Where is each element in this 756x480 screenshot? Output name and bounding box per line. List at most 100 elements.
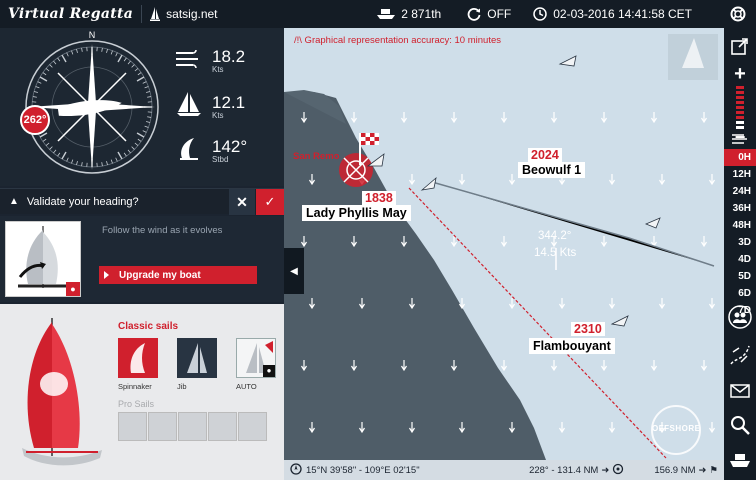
wind-arrow (600, 360, 608, 372)
left-panel: N 262° 18.2 Kts 12.1 Kts 142° Stbd ▲ Val… (0, 28, 284, 480)
route-icon[interactable] (724, 340, 756, 370)
lifebuoy-icon (730, 6, 746, 22)
race-map[interactable]: /!\ Graphical representation accuracy: 1… (284, 28, 724, 460)
cancel-heading-button[interactable]: ✕ (229, 189, 255, 215)
spinnaker-sail-button[interactable] (118, 338, 158, 378)
timeline-item-48h[interactable]: 48H (724, 217, 756, 234)
validate-question: Validate your heading? (26, 195, 139, 208)
autosail-panel: ● Follow the wind as it evolves Upgrade … (0, 216, 284, 302)
timeline-item-5d[interactable]: 5D (724, 268, 756, 285)
sails-panel: Classic sails ● Spinnaker Jib AUTO Pro S… (0, 304, 284, 480)
jib-label: Jib (177, 382, 187, 391)
confirm-heading-button[interactable]: ✓ (256, 189, 284, 215)
wind-arrow (550, 360, 558, 372)
compass-panel: N 262° 18.2 Kts 12.1 Kts 142° Stbd (0, 28, 284, 186)
heading-badge[interactable]: 262° (20, 105, 50, 135)
auto-sail-button[interactable]: ● (236, 338, 276, 378)
wind-arrow (658, 298, 666, 310)
pro-sail-slot[interactable] (238, 412, 267, 441)
app-window: Virtual Regatta satsig.net 2 871th OFF 0… (0, 0, 756, 480)
boat-name-label[interactable]: Lady Phyllis May (302, 205, 411, 221)
wind-direction-text: 344.2° (538, 230, 572, 242)
collapse-panel-button[interactable]: ◀ (284, 248, 304, 294)
wind-arrow (408, 174, 416, 186)
wind-arrow (600, 112, 608, 124)
wind-arrow (600, 236, 608, 248)
compass-small-icon (290, 462, 302, 478)
wind-speed-text: 14.5 Kts (534, 247, 577, 259)
pro-sails-title: Pro Sails (118, 399, 155, 409)
datetime-value: 02-03-2016 14:41:58 CET (553, 7, 692, 21)
pro-sail-slot[interactable] (148, 412, 177, 441)
timeline-item-4d[interactable]: 4D (724, 251, 756, 268)
wind-arrow (700, 236, 708, 248)
wind-arrow (550, 112, 558, 124)
ranking-button[interactable]: 2 871th (377, 7, 441, 21)
players-icon[interactable] (724, 302, 756, 332)
timeline-item-12h[interactable]: 12H (724, 166, 756, 183)
wind-arrow (508, 298, 516, 310)
boat-rank-label: 1838 (362, 191, 396, 205)
flag-icon: ⚑ (709, 464, 718, 476)
sailboat-icon (176, 91, 202, 122)
wind-arrow (650, 360, 658, 372)
wind-arrow (558, 298, 566, 310)
auto-label: AUTO (236, 382, 257, 391)
wind-speed-unit: Kts (212, 65, 224, 74)
lock-icon: ● (263, 365, 275, 377)
wind-arrow (500, 112, 508, 124)
finish-distance: 156.9 NM (654, 464, 696, 476)
wind-arrow (708, 298, 716, 310)
sync-toggle[interactable]: OFF (467, 7, 511, 21)
wind-arrow (450, 112, 458, 124)
wind-speed-stat: 18.2 Kts (176, 45, 246, 74)
boat-speed-value: 12.1 (212, 92, 246, 112)
timeline-item-36h[interactable]: 36H (724, 200, 756, 217)
pro-sail-slot[interactable] (118, 412, 147, 441)
zoom-in-button[interactable]: + (724, 63, 756, 85)
mail-icon[interactable] (724, 378, 756, 404)
upgrade-boat-button[interactable]: Upgrade my boat (99, 266, 257, 284)
svg-text:N: N (89, 30, 96, 40)
boat-illustration (22, 318, 102, 466)
wind-layer-icon[interactable] (724, 128, 756, 150)
clock-icon (533, 7, 547, 21)
rank-value: 2 871th (401, 7, 442, 21)
boat-settings-icon[interactable] (724, 448, 756, 472)
spinnaker-label: Spinnaker (118, 382, 152, 391)
boat-name-label[interactable]: Flambouyant (529, 338, 615, 354)
jib-sail-button[interactable] (177, 338, 217, 378)
help-button[interactable] (730, 6, 746, 22)
expand-icon[interactable] (724, 34, 756, 58)
timeline-item-3d[interactable]: 3D (724, 234, 756, 251)
sync-state: OFF (487, 7, 512, 21)
pro-sail-slot[interactable] (208, 412, 237, 441)
zoom-level-bar[interactable] (724, 86, 756, 130)
boat-icon (377, 8, 396, 20)
wind-arrow (608, 298, 616, 310)
boat-name-label[interactable]: Beowulf 1 (518, 162, 586, 178)
timeline-item-24h[interactable]: 24H (724, 183, 756, 200)
wind-angle-icon (176, 135, 202, 166)
autosail-thumbnail[interactable]: ● (5, 221, 81, 297)
divider (141, 5, 143, 23)
wind-arrow (608, 174, 616, 186)
lock-icon: ● (66, 282, 80, 296)
wind-speed-value: 18.2 (212, 47, 246, 66)
boat-speed-unit: Kts (212, 110, 224, 120)
twa-stat: 142° Stbd (176, 135, 247, 166)
search-icon[interactable] (724, 412, 756, 438)
site-name: satsig.net (166, 7, 218, 21)
timeline-item-0h[interactable]: 0H (724, 149, 756, 166)
wind-arrow (708, 174, 716, 186)
wind-arrow (458, 174, 466, 186)
twa-side: Stbd (212, 154, 229, 164)
timeline-item-6d[interactable]: 6D (724, 285, 756, 302)
refresh-icon (467, 7, 481, 21)
pro-sail-slot[interactable] (178, 412, 207, 441)
boat-rank-label: 2024 (528, 148, 562, 162)
arrow-right-icon: ➜ (698, 464, 707, 476)
wind-arrow (608, 422, 616, 434)
site-link[interactable]: satsig.net (150, 7, 218, 21)
app-logo[interactable]: Virtual Regatta (8, 6, 133, 22)
